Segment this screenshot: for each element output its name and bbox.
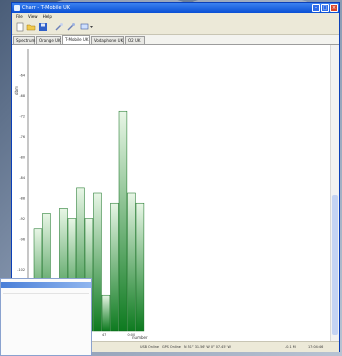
menu-help[interactable]: Help bbox=[43, 14, 52, 19]
y-tick-label: -72 bbox=[19, 115, 25, 119]
maximize-button[interactable]: □ bbox=[321, 4, 329, 12]
chart-bar bbox=[127, 192, 136, 332]
overlapping-window-divider bbox=[3, 293, 89, 294]
x-tick-label: 47 bbox=[102, 333, 106, 337]
close-button[interactable]: × bbox=[330, 4, 338, 12]
y-tick-label: -84 bbox=[19, 176, 25, 180]
tab-t-mobile-uk[interactable]: T-Mobile UK bbox=[62, 35, 90, 44]
chart-bar bbox=[110, 202, 119, 332]
menu-bar: File View Help bbox=[12, 13, 339, 20]
tab-orange-uk[interactable]: Orange UK bbox=[36, 36, 61, 44]
wrench-icon[interactable] bbox=[66, 22, 76, 32]
chart-bar bbox=[101, 294, 111, 332]
tab-vodaphone-uk[interactable]: Vodaphone UK bbox=[91, 36, 124, 44]
y-axis-label: dbm bbox=[14, 86, 19, 95]
vertical-scrollbar[interactable] bbox=[330, 45, 339, 341]
y-tick-label: -96 bbox=[19, 237, 25, 241]
clock: 17:04:46 bbox=[308, 345, 324, 349]
gps-status: GPS Online bbox=[162, 345, 181, 349]
app-icon bbox=[14, 5, 20, 11]
y-tick-label: -88 bbox=[19, 196, 25, 200]
minimize-button[interactable]: – bbox=[312, 4, 320, 12]
tab-spectrum[interactable]: Spectrum bbox=[13, 36, 35, 44]
title-bar: Charr - T-Mobile UK – □ × bbox=[12, 3, 339, 13]
toolbar bbox=[12, 20, 339, 35]
y-tick-label: -102 bbox=[17, 268, 25, 272]
chart-bar bbox=[135, 202, 145, 332]
coordinates: N 51° 31.56' W 0° 07.45' W bbox=[184, 345, 231, 349]
y-tick-label: -92 bbox=[19, 217, 25, 221]
monitor-dropdown-icon[interactable] bbox=[80, 22, 94, 32]
new-icon[interactable] bbox=[15, 22, 25, 32]
y-tick-label: -80 bbox=[19, 156, 25, 160]
overlapping-window[interactable] bbox=[0, 278, 92, 356]
menu-file[interactable]: File bbox=[16, 14, 23, 19]
scrollbar-thumb[interactable] bbox=[332, 195, 338, 335]
window-title: Charr - T-Mobile UK bbox=[22, 5, 71, 11]
y-tick-label: -64 bbox=[19, 74, 25, 78]
save-icon[interactable] bbox=[38, 22, 48, 32]
open-icon[interactable] bbox=[26, 22, 36, 32]
chart-bar bbox=[93, 192, 102, 332]
menu-view[interactable]: View bbox=[28, 14, 38, 19]
altitude: -0.1 M bbox=[285, 345, 296, 349]
usb-status: USB Online bbox=[140, 345, 159, 349]
y-tick-label: -68 bbox=[19, 94, 25, 98]
overlapping-window-bar bbox=[1, 282, 91, 288]
y-tick-label: -76 bbox=[19, 135, 25, 139]
tab-strip: Spectrum Orange UK T-Mobile UK Vodaphone… bbox=[12, 35, 339, 45]
chart-bar bbox=[118, 110, 128, 332]
tab-o2-uk[interactable]: O2 UK bbox=[125, 36, 145, 44]
x-tick-label: 0:00 bbox=[128, 333, 136, 337]
tools-icon[interactable] bbox=[54, 22, 64, 32]
